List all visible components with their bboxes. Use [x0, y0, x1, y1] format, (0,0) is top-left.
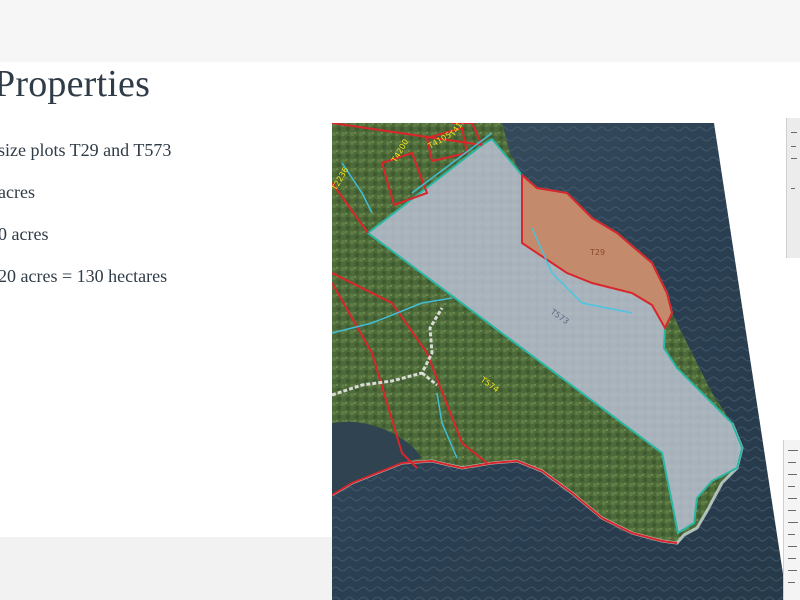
side-legend-bottom — [783, 440, 800, 600]
side-legend-top — [786, 118, 800, 258]
bullet-acres-2: 0 acres — [0, 224, 49, 244]
bottom-band — [0, 537, 332, 600]
bullet-acres-1: acres — [0, 182, 35, 202]
slide-title: Properties — [0, 63, 151, 105]
top-band — [0, 0, 800, 62]
bullet-total-area: 20 acres = 130 hectares — [0, 266, 168, 286]
label-t29: T29 — [589, 248, 605, 257]
bullet-plot-sizes: size plots T29 and T573 — [0, 140, 172, 160]
aerial-property-map: T29 T573 T574 T2236 T4200 T4105 T4104 — [332, 123, 800, 600]
